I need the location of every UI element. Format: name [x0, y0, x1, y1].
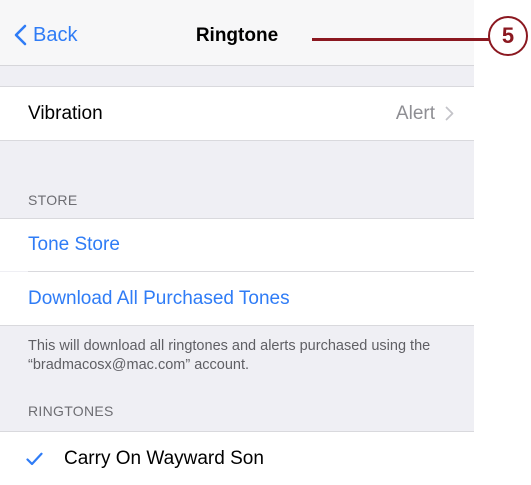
divider	[0, 140, 474, 141]
ringtone-item-label: Carry On Wayward Son	[64, 447, 264, 469]
navigation-bar: Back Ringtone	[0, 0, 474, 66]
download-all-link: Download All Purchased Tones	[28, 287, 290, 309]
vibration-row[interactable]: Vibration Alert	[0, 87, 474, 140]
divider	[0, 86, 474, 87]
checkmark-icon	[26, 432, 43, 485]
callout-number-badge: 5	[488, 16, 528, 56]
ringtone-item[interactable]: Carry On Wayward Son	[0, 432, 474, 485]
tone-store-link: Tone Store	[28, 234, 120, 255]
vibration-value-text: Alert	[395, 102, 435, 124]
download-all-row[interactable]: Download All Purchased Tones	[0, 272, 474, 325]
callout-number: 5	[501, 23, 515, 48]
vibration-value: Alert	[396, 87, 454, 140]
ringtones-section-header: RINGTONES	[28, 403, 114, 419]
chevron-right-icon	[445, 106, 454, 121]
page-title: Ringtone	[195, 25, 279, 46]
divider	[0, 325, 474, 326]
download-footer-text: This will download all ringtones and ale…	[28, 338, 431, 373]
store-section-header: STORE	[28, 192, 78, 208]
callout-line	[312, 38, 490, 41]
vibration-label: Vibration	[28, 102, 103, 124]
tone-store-row[interactable]: Tone Store	[0, 219, 474, 271]
settings-screen: Back Ringtone Vibration Alert STORE Tone…	[0, 0, 474, 485]
